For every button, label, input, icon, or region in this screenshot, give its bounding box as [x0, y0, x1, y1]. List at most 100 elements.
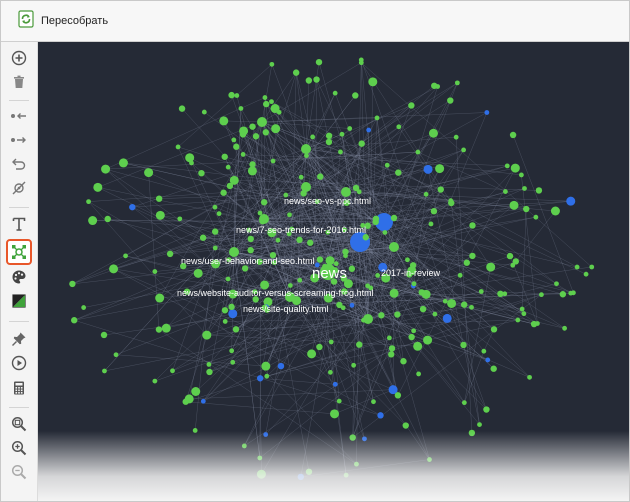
graph-node[interactable] — [432, 311, 438, 317]
rebuild-button[interactable]: Пересобрать — [11, 6, 114, 36]
graph-node[interactable] — [238, 106, 244, 111]
graph-node[interactable] — [262, 129, 270, 136]
graph-node[interactable] — [362, 436, 367, 442]
graph-node[interactable] — [388, 345, 396, 352]
graph-node[interactable] — [261, 361, 271, 371]
node-label[interactable]: news/user-behavior-and-seo.html — [181, 256, 315, 266]
graph-node[interactable] — [562, 325, 567, 331]
graph-node[interactable] — [522, 186, 527, 191]
graph-node[interactable] — [449, 200, 454, 206]
graph-node[interactable] — [313, 76, 320, 83]
graph-node[interactable] — [228, 309, 238, 319]
graph-node[interactable] — [463, 259, 470, 266]
graph-node[interactable] — [216, 211, 222, 217]
node-label[interactable]: news/7-seo-trends-for-2016.html — [236, 225, 366, 235]
play-button[interactable] — [8, 352, 30, 374]
graph-node[interactable] — [477, 422, 482, 427]
graph-node[interactable] — [249, 123, 256, 130]
graph-node[interactable] — [247, 246, 254, 254]
graph-node[interactable] — [212, 245, 218, 251]
graph-node[interactable] — [129, 203, 136, 211]
zoom-in-button[interactable] — [8, 437, 30, 459]
site-structure-graph[interactable]: news news/seo-vs-ppc.html news/7-seo-tre… — [38, 42, 629, 501]
graph-node[interactable] — [257, 455, 263, 461]
graph-node[interactable] — [231, 137, 237, 143]
graph-node[interactable] — [377, 412, 384, 419]
graph-node[interactable] — [447, 298, 457, 308]
graph-node[interactable] — [221, 307, 229, 314]
graph-node[interactable] — [69, 280, 76, 288]
graph-node[interactable] — [155, 210, 165, 220]
graph-node[interactable] — [310, 134, 316, 140]
graph-node[interactable] — [518, 172, 524, 178]
graph-node[interactable] — [178, 105, 186, 112]
graph-node[interactable] — [270, 158, 276, 164]
graph-node[interactable] — [257, 117, 267, 127]
graph-node[interactable] — [490, 365, 497, 372]
graph-node[interactable] — [469, 252, 476, 260]
graph-node[interactable] — [177, 216, 183, 222]
graph-node[interactable] — [352, 92, 359, 99]
graph-node[interactable] — [416, 371, 422, 377]
graph-node[interactable] — [469, 222, 476, 229]
graph-node[interactable] — [348, 265, 356, 272]
graph-node[interactable] — [247, 166, 257, 176]
graph-node[interactable] — [198, 169, 205, 177]
graph-node[interactable] — [509, 200, 519, 210]
graph-node[interactable] — [182, 398, 189, 405]
graph-node[interactable] — [389, 288, 399, 298]
graph-node[interactable] — [356, 341, 363, 348]
graph-node[interactable] — [400, 358, 407, 365]
graph-node[interactable] — [101, 164, 111, 174]
graph-node[interactable] — [297, 473, 304, 481]
graph-node[interactable] — [262, 95, 268, 100]
graph-canvas[interactable]: news news/seo-vs-ppc.html news/7-seo-tre… — [38, 42, 629, 501]
graph-node[interactable] — [155, 293, 165, 303]
graph-node[interactable] — [390, 214, 398, 222]
graph-node[interactable] — [435, 164, 445, 174]
expand-button[interactable] — [8, 129, 30, 151]
graph-node[interactable] — [185, 153, 195, 163]
node-label[interactable]: news/seo-vs-ppc.html — [284, 196, 371, 206]
graph-node[interactable] — [418, 289, 425, 296]
graph-node[interactable] — [352, 184, 360, 192]
graph-node[interactable] — [287, 212, 292, 218]
graph-node[interactable] — [574, 264, 580, 270]
graph-node[interactable] — [263, 100, 270, 108]
graph-node[interactable] — [340, 305, 346, 311]
graph-node[interactable] — [419, 305, 427, 313]
graph-node[interactable] — [382, 230, 388, 235]
graph-node[interactable] — [325, 138, 333, 146]
graph-node[interactable] — [430, 207, 438, 215]
graph-node[interactable] — [241, 443, 247, 449]
graph-node[interactable] — [374, 115, 380, 121]
graph-node[interactable] — [221, 153, 228, 160]
graph-node[interactable] — [358, 60, 364, 66]
graph-node[interactable] — [249, 161, 256, 168]
graph-node[interactable] — [349, 302, 355, 308]
graph-node[interactable] — [332, 381, 338, 387]
graph-node[interactable] — [504, 163, 510, 169]
graph-node[interactable] — [259, 217, 266, 225]
graph-node[interactable] — [395, 169, 402, 176]
hide-target-button[interactable] — [8, 177, 30, 199]
graph-node[interactable] — [515, 317, 521, 323]
graph-node[interactable] — [347, 126, 353, 131]
graph-node[interactable] — [521, 311, 527, 317]
graph-node[interactable] — [155, 195, 163, 202]
graph-node[interactable] — [427, 457, 432, 462]
graph-node[interactable] — [328, 339, 334, 345]
graph-node[interactable] — [301, 144, 311, 154]
graph-node[interactable] — [264, 373, 270, 379]
graph-layout-button[interactable] — [6, 239, 32, 265]
add-node-button[interactable] — [8, 47, 30, 69]
node-label-center[interactable]: news — [312, 265, 347, 282]
graph-node[interactable] — [327, 369, 333, 375]
graph-node[interactable] — [408, 102, 415, 109]
graph-node[interactable] — [100, 331, 108, 339]
graph-node[interactable] — [453, 134, 459, 140]
graph-node[interactable] — [468, 429, 476, 437]
graph-node[interactable] — [226, 182, 234, 190]
graph-node[interactable] — [460, 341, 467, 349]
graph-node[interactable] — [104, 215, 111, 223]
